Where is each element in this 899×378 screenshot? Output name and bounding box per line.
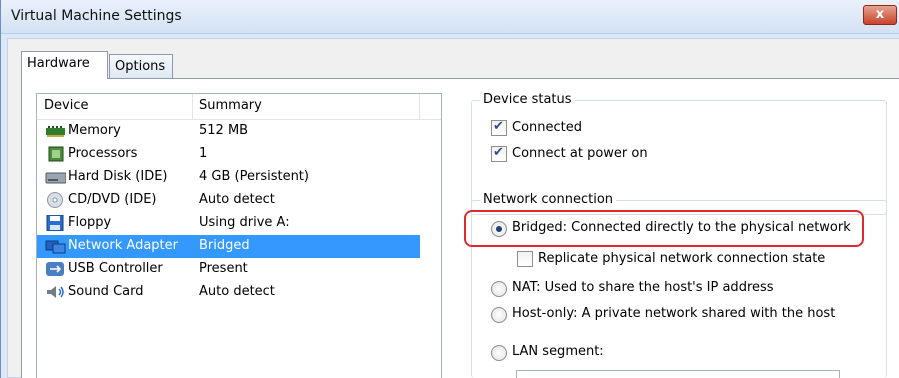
connect-at-power-on-checkbox[interactable] — [491, 145, 507, 162]
replicate-state-label: Replicate physical network connection st… — [538, 251, 826, 266]
device-row-processors[interactable]: Processors 1 — [37, 143, 420, 166]
sound-card-icon — [47, 286, 64, 298]
host-only-radio[interactable] — [491, 307, 507, 323]
column-divider[interactable] — [192, 94, 193, 120]
nat-label: NAT: Used to share the host's IP address — [512, 280, 774, 295]
device-row-hard-disk[interactable]: Hard Disk (IDE) 4 GB (Persistent) — [37, 166, 420, 189]
lan-segment-radio[interactable] — [491, 345, 507, 361]
title-bar[interactable]: Virtual Machine Settings x — [1, 0, 899, 34]
tab-options[interactable]: Options — [109, 54, 173, 79]
column-header-summary[interactable]: Summary — [199, 98, 262, 113]
connect-at-power-on-label: Connect at power on — [512, 146, 648, 161]
device-row-usb-controller[interactable]: USB Controller Present — [37, 258, 420, 281]
tab-hardware[interactable]: Hardware — [21, 51, 108, 79]
processor-icon — [48, 146, 64, 162]
tab-hardware-label: Hardware — [27, 56, 90, 71]
device-name: USB Controller — [68, 261, 163, 276]
device-name: Floppy — [68, 215, 112, 230]
device-row-memory[interactable]: Memory 512 MB — [37, 120, 420, 143]
device-name: Network Adapter — [68, 238, 178, 253]
device-name: Memory — [68, 123, 121, 138]
floppy-icon — [46, 215, 64, 231]
cd-dvd-icon — [47, 192, 63, 208]
replicate-state-checkbox[interactable] — [517, 251, 533, 267]
device-row-sound-card[interactable]: Sound Card Auto detect — [37, 281, 420, 304]
lan-segment-label: LAN segment: — [512, 344, 604, 359]
device-row-cd-dvd[interactable]: CD/DVD (IDE) Auto detect — [37, 189, 420, 212]
device-list[interactable]: Device Summary Memory 512 MB Processors … — [36, 93, 442, 378]
column-divider[interactable] — [419, 94, 420, 120]
host-only-label: Host-only: A private network shared with… — [512, 306, 836, 321]
close-icon: x — [875, 7, 885, 22]
nat-radio[interactable] — [491, 281, 507, 297]
device-name: Sound Card — [68, 284, 144, 299]
device-summary: Auto detect — [199, 284, 275, 299]
network-connection-label: Network connection — [480, 192, 617, 207]
device-name: CD/DVD (IDE) — [68, 192, 157, 207]
device-summary: Bridged — [199, 238, 250, 253]
close-button[interactable]: x — [863, 5, 897, 25]
device-row-network-adapter[interactable]: Network Adapter Bridged — [37, 235, 420, 258]
usb-icon — [46, 262, 64, 276]
device-summary: 4 GB (Persistent) — [199, 169, 309, 184]
device-row-floppy[interactable]: Floppy Using drive A: — [37, 212, 420, 235]
device-summary: Auto detect — [199, 192, 275, 207]
device-summary: Using drive A: — [199, 215, 290, 230]
hard-disk-icon — [45, 172, 66, 184]
column-header-device[interactable]: Device — [44, 98, 88, 113]
settings-window: Virtual Machine Settings x Hardware Opti… — [0, 0, 899, 378]
device-list-header: Device Summary — [37, 94, 441, 120]
connected-checkbox[interactable] — [491, 119, 507, 136]
device-summary: Present — [199, 261, 248, 276]
bridged-highlight-annotation — [464, 210, 864, 247]
window-title: Virtual Machine Settings — [11, 8, 182, 24]
memory-icon — [46, 126, 65, 137]
device-name: Processors — [68, 146, 138, 161]
device-summary: 1 — [199, 146, 208, 161]
device-name: Hard Disk (IDE) — [68, 169, 168, 184]
connected-label: Connected — [512, 120, 583, 135]
tab-options-label: Options — [115, 59, 166, 74]
lan-segment-select[interactable] — [516, 370, 840, 378]
network-adapter-icon — [45, 240, 66, 254]
device-status-label: Device status — [480, 92, 575, 107]
device-summary: 512 MB — [199, 123, 249, 138]
